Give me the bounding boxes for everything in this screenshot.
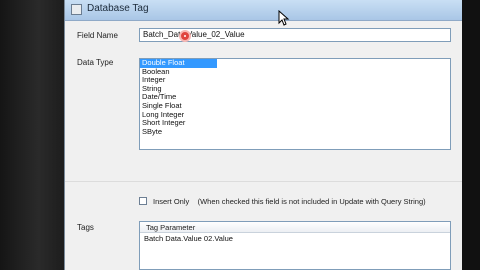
insert-only-label: Insert Only (When checked this field is … xyxy=(153,197,426,206)
tags-table[interactable]: Tag Parameter Batch Data.Value 02.Value xyxy=(139,221,451,270)
data-type-listbox[interactable]: Double Float Boolean Integer String Date… xyxy=(139,58,451,150)
tags-table-header: Tag Parameter xyxy=(140,222,450,233)
tags-label: Tags xyxy=(77,223,94,232)
data-type-option[interactable]: Integer xyxy=(140,76,450,85)
data-type-option[interactable]: String xyxy=(140,84,450,94)
click-highlight-icon xyxy=(179,30,191,42)
insert-only-text: Insert Only xyxy=(153,197,190,206)
data-type-option[interactable]: SByte xyxy=(140,127,450,137)
mouse-pointer-icon xyxy=(278,10,290,26)
data-type-option[interactable]: Long Integer xyxy=(140,110,450,120)
insert-only-checkbox[interactable] xyxy=(139,197,147,205)
window-icon xyxy=(71,4,82,15)
data-type-option[interactable]: Boolean xyxy=(140,67,450,77)
data-type-option[interactable]: Single Float xyxy=(140,101,450,111)
window-title: Database Tag xyxy=(87,3,149,14)
data-type-label: Data Type xyxy=(77,58,114,67)
data-type-option[interactable]: Date/Time xyxy=(140,93,450,102)
divider xyxy=(65,181,462,182)
title-bar[interactable]: Database Tag xyxy=(65,0,462,21)
field-name-label: Field Name xyxy=(77,31,118,40)
table-row[interactable]: Batch Data.Value 02.Value xyxy=(144,234,233,243)
data-type-option[interactable]: Short Integer xyxy=(140,119,450,128)
insert-only-note: (When checked this field is not included… xyxy=(197,197,426,206)
database-tag-dialog: Database Tag Field Name Batch_Data.Value… xyxy=(64,0,462,270)
background-right xyxy=(462,0,480,270)
tag-parameter-column-header[interactable]: Tag Parameter xyxy=(146,223,195,232)
background-left xyxy=(0,0,64,270)
